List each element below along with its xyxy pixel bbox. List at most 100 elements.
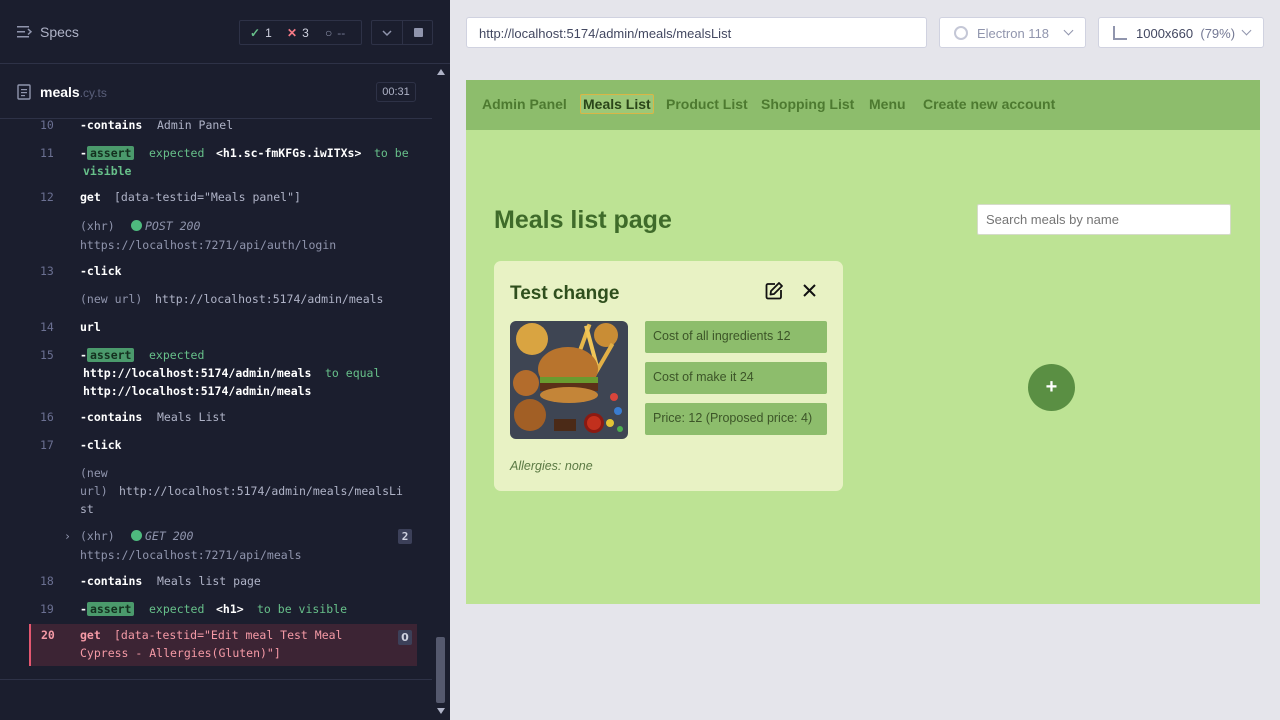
- command-name[interactable]: -click: [80, 438, 122, 452]
- close-icon[interactable]: [801, 282, 818, 299]
- assert-badge: assert: [86, 602, 135, 616]
- scroll-down-arrow-icon[interactable]: [437, 708, 445, 714]
- viewport-info: 1000x660 (79%): [1136, 26, 1236, 41]
- assert-text: expected: [149, 146, 205, 160]
- specs-title[interactable]: Specs: [40, 24, 79, 40]
- nav-menu[interactable]: Menu: [869, 96, 906, 112]
- line-number: 13: [40, 264, 54, 278]
- line-number: 11: [40, 146, 54, 160]
- specs-list-icon[interactable]: [17, 25, 33, 39]
- add-meal-button[interactable]: +: [1028, 364, 1075, 411]
- xhr-label: (xhr): [80, 529, 115, 543]
- x-icon: ✕: [287, 26, 298, 40]
- failed-command-row[interactable]: 20 get [data-testid="Edit meal Test Meal…: [29, 624, 417, 666]
- command-arg: [data-testid="Edit meal Test Meal: [114, 628, 343, 642]
- browser-name: Electron 118: [977, 26, 1050, 41]
- spec-duration: 00:31: [376, 82, 416, 102]
- allergies-text: Allergies: none: [510, 459, 593, 473]
- assert-row[interactable]: - assert: [80, 348, 135, 362]
- assert-row[interactable]: - assert: [80, 602, 135, 616]
- nav-admin-panel[interactable]: Admin Panel: [482, 96, 567, 112]
- document-icon: [17, 84, 31, 100]
- admin-nav: Admin Panel Meals List Product List Shop…: [466, 80, 1260, 130]
- meal-image: [510, 321, 628, 439]
- command-log: 10 -contains Admin Panel 11 - assert expe…: [0, 120, 432, 680]
- request-count-badge: 2: [398, 529, 412, 544]
- edit-icon[interactable]: [764, 281, 784, 301]
- command-arg: Meals list page: [157, 574, 261, 588]
- reporter-scrollbar[interactable]: [432, 64, 450, 720]
- expand-chevron-icon[interactable]: ›: [64, 529, 71, 543]
- passed-count: ✓ 1: [250, 26, 272, 40]
- line-number: 17: [40, 438, 54, 452]
- command-name[interactable]: -click: [80, 264, 122, 278]
- chevron-down-icon[interactable]: [381, 27, 393, 39]
- xhr-status[interactable]: GET 200: [131, 529, 193, 543]
- command-name[interactable]: get: [80, 190, 101, 204]
- command-name: get: [80, 628, 101, 642]
- divider: [0, 679, 432, 680]
- new-url[interactable]: http://localhost:5174/admin/meals: [155, 292, 383, 306]
- command-name[interactable]: url: [80, 320, 101, 334]
- nav-product-list[interactable]: Product List: [666, 96, 748, 112]
- new-url-label: (new url): [80, 292, 143, 306]
- make-cost: Cost of make it 24: [645, 362, 827, 394]
- line-number: 15: [40, 348, 54, 362]
- command-name[interactable]: -contains: [80, 410, 142, 424]
- line-number: 16: [40, 410, 54, 424]
- assert-badge: assert: [86, 146, 135, 160]
- specs-header: Specs ✓ 1 ✕ 3 ○ --: [0, 0, 450, 64]
- nav-shopping-list[interactable]: Shopping List: [761, 96, 854, 112]
- divider: [402, 21, 403, 44]
- failed-count: ✕ 3: [287, 26, 309, 40]
- app-under-test: Admin Panel Meals List Product List Shop…: [466, 80, 1260, 604]
- xhr-label: (xhr): [80, 219, 115, 233]
- scrollbar-thumb[interactable]: [436, 637, 445, 703]
- ruler-icon: [1113, 26, 1127, 40]
- new-url[interactable]: http://localhost:5174/admin/meals/mealsL…: [119, 484, 403, 498]
- page-title: Meals list page: [494, 206, 672, 234]
- search-input[interactable]: [977, 204, 1231, 235]
- browser-selector[interactable]: Electron 118: [939, 17, 1086, 48]
- price-info: Price: 12 (Proposed price: 4): [645, 403, 827, 435]
- new-url-label: url): [80, 484, 108, 498]
- test-stats: ✓ 1 ✕ 3 ○ --: [239, 20, 362, 45]
- nav-meals-list[interactable]: Meals List: [580, 94, 654, 114]
- assert-text: visible: [83, 164, 132, 178]
- run-controls: [371, 20, 433, 45]
- nav-create-account[interactable]: Create new account: [923, 96, 1055, 112]
- line-number: 10: [40, 120, 54, 132]
- browser-icon: [954, 26, 968, 40]
- command-name[interactable]: -contains: [80, 120, 142, 132]
- command-arg: [data-testid="Meals panel"]: [114, 190, 301, 204]
- line-number: 14: [40, 320, 54, 334]
- new-url-label: (new: [80, 466, 108, 480]
- new-url: st: [80, 502, 94, 516]
- command-arg: Admin Panel: [157, 120, 234, 132]
- assert-code: http://localhost:5174/admin/meals: [83, 366, 312, 380]
- viewport-selector[interactable]: 1000x660 (79%): [1098, 17, 1264, 48]
- assert-text: to equal: [325, 366, 381, 380]
- xhr-url: https://localhost:7271/api/auth/login: [80, 238, 337, 252]
- line-number: 18: [40, 574, 54, 588]
- aut-url-bar[interactable]: http://localhost:5174/admin/meals/mealsL…: [466, 17, 927, 48]
- line-number: 19: [40, 602, 54, 616]
- spec-file-header: meals.cy.ts 00:31: [0, 65, 432, 119]
- stop-icon[interactable]: [414, 28, 423, 37]
- success-dot-icon: [131, 220, 142, 231]
- chevron-down-icon: [1241, 25, 1252, 36]
- success-dot-icon: [131, 530, 142, 541]
- xhr-status[interactable]: POST 200: [131, 219, 200, 233]
- command-arg: Meals List: [157, 410, 227, 424]
- assert-text: expected: [149, 602, 205, 616]
- line-number: 12: [40, 190, 54, 204]
- meal-title: Test change: [510, 283, 620, 304]
- pending-count: ○ --: [325, 26, 346, 40]
- assert-row[interactable]: - assert: [80, 146, 135, 160]
- check-icon: ✓: [250, 26, 261, 40]
- scroll-up-arrow-icon[interactable]: [437, 69, 445, 75]
- spec-file-name[interactable]: meals.cy.ts: [40, 84, 107, 100]
- command-name[interactable]: -contains: [80, 574, 142, 588]
- assert-text: to be: [374, 146, 409, 160]
- assert-code: http://localhost:5174/admin/meals: [83, 384, 312, 398]
